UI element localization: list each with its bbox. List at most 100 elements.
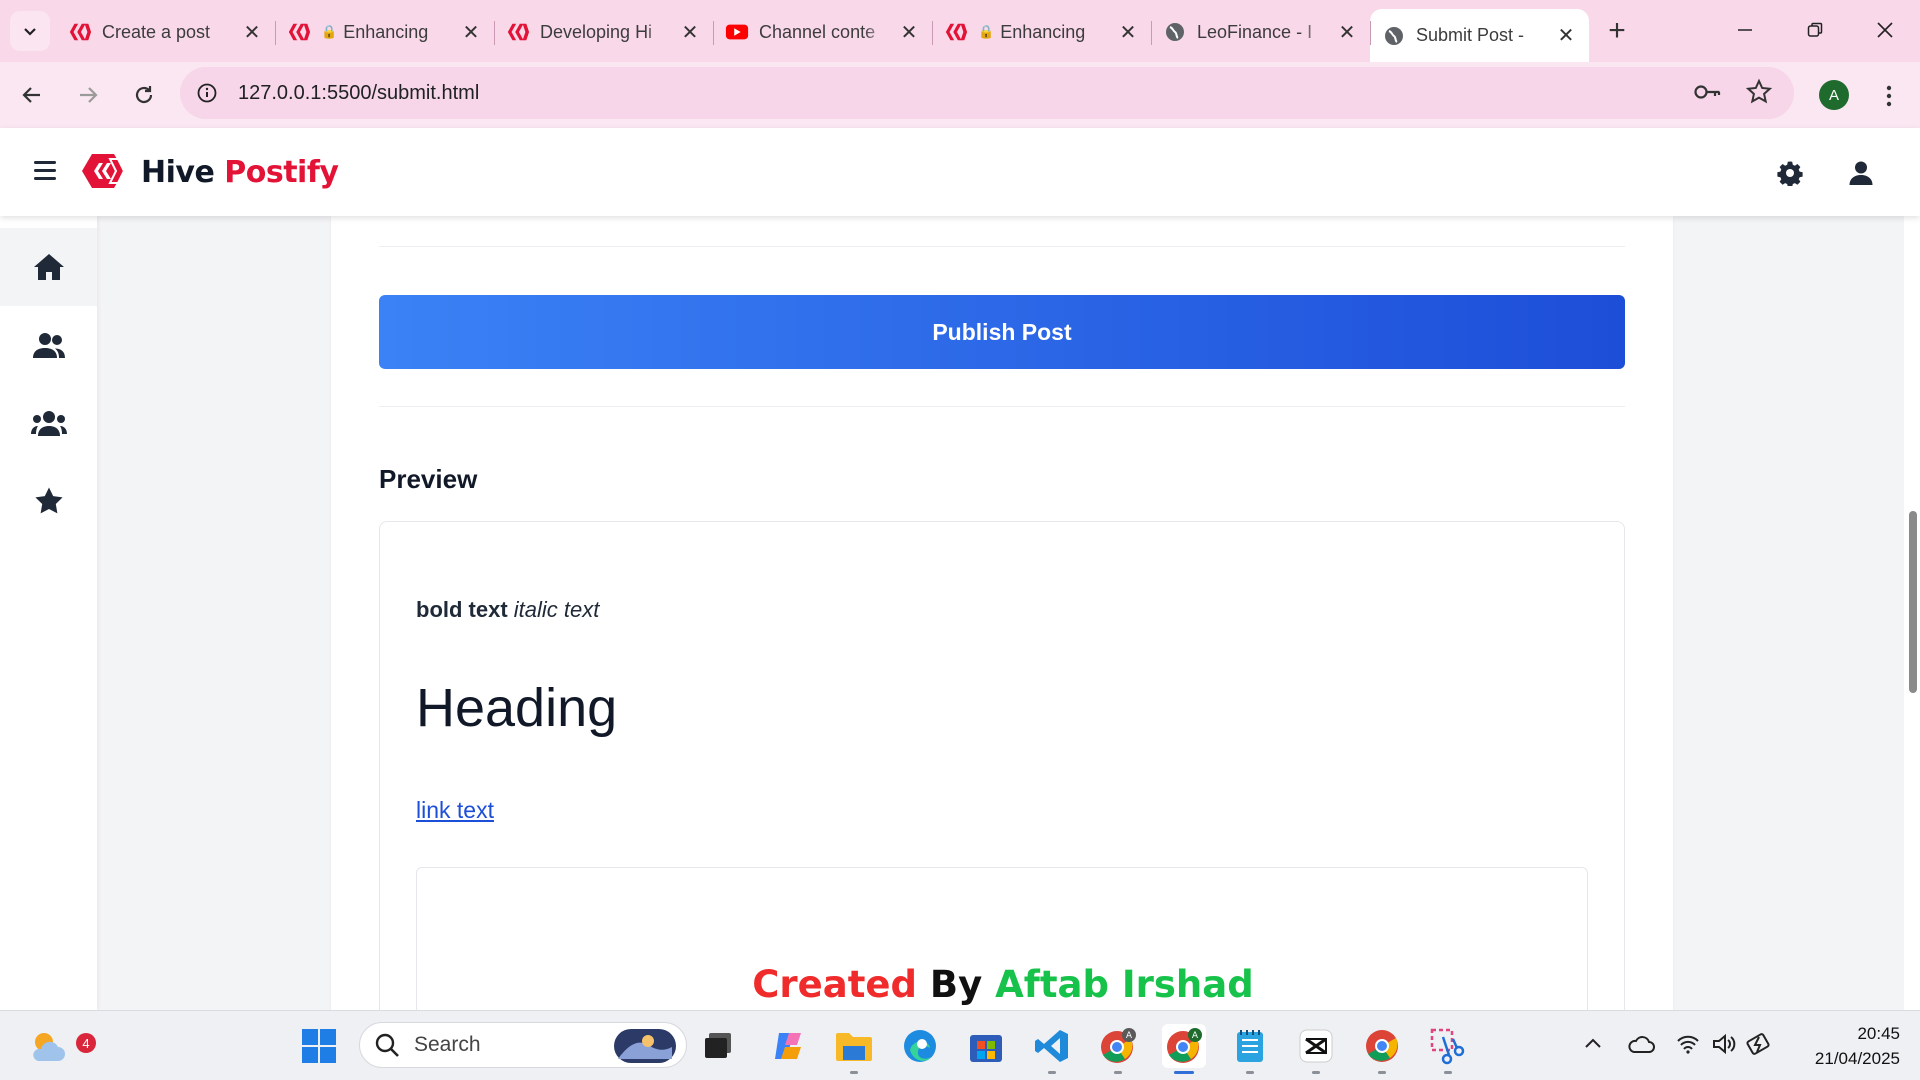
- folder-icon: [836, 1033, 872, 1061]
- search-highlight-icon: [614, 1029, 676, 1063]
- taskbar-search[interactable]: Search: [359, 1022, 687, 1068]
- tab-title: LeoFinance - I: [1197, 21, 1313, 42]
- close-window-button[interactable]: [1850, 0, 1920, 60]
- hive-logo-icon[interactable]: [80, 152, 126, 195]
- browser-tab-active[interactable]: Submit Post - ✕: [1370, 9, 1589, 62]
- preview-bold-text: bold text: [416, 597, 508, 622]
- wifi-icon[interactable]: [1676, 1033, 1700, 1060]
- taskbar-app-chrome[interactable]: [1360, 1024, 1404, 1074]
- taskbar-app-store[interactable]: [964, 1024, 1008, 1068]
- window-controls: [1710, 0, 1920, 60]
- notepad-icon: [1237, 1030, 1263, 1062]
- star-icon: [34, 487, 63, 514]
- restore-icon: [1807, 22, 1823, 37]
- task-view-icon: [705, 1033, 731, 1058]
- search-icon: [375, 1033, 399, 1057]
- watermark-part1: Created: [752, 963, 918, 1006]
- forward-button[interactable]: [66, 73, 110, 117]
- battery-charging-icon[interactable]: [1746, 1031, 1772, 1062]
- back-button[interactable]: [10, 73, 54, 117]
- chevron-down-icon: [24, 28, 36, 36]
- browser-tab[interactable]: 🔒 Enhancing ✕: [932, 9, 1151, 55]
- taskbar-app-notepad[interactable]: [1228, 1024, 1272, 1074]
- address-bar[interactable]: 127.0.0.1:5500/submit.html: [180, 67, 1794, 119]
- browser-tab[interactable]: 🔒 Enhancing ✕: [275, 9, 494, 55]
- profile-avatar[interactable]: A: [1819, 80, 1849, 110]
- taskbar-app-file-explorer[interactable]: [832, 1024, 876, 1074]
- watermark-part3: Aftab Irshad: [995, 963, 1254, 1006]
- close-icon[interactable]: ✕: [1117, 21, 1139, 44]
- chrome-icon: A: [1101, 1028, 1136, 1063]
- publish-post-button[interactable]: Publish Post: [379, 295, 1625, 369]
- system-clock[interactable]: 20:45 21/04/2025: [1790, 1021, 1900, 1071]
- gear-icon[interactable]: [1777, 160, 1803, 191]
- weather-widget[interactable]: 4: [26, 1024, 96, 1068]
- scissors-icon: [1430, 1028, 1465, 1065]
- preview-italic-text: italic text: [513, 597, 600, 622]
- star-bookmark-icon[interactable]: [1744, 77, 1774, 112]
- running-indicator: [1114, 1071, 1122, 1074]
- sidebar-item-groups[interactable]: [0, 384, 97, 462]
- active-indicator: [1174, 1071, 1194, 1074]
- divider: [379, 246, 1625, 247]
- taskbar-app-capcut[interactable]: [1294, 1024, 1338, 1074]
- browser-toolbar: 127.0.0.1:5500/submit.html A: [0, 62, 1920, 128]
- chrome-icon: [1366, 1030, 1398, 1062]
- close-icon[interactable]: ✕: [679, 21, 701, 44]
- chrome-icon: A: [1167, 1028, 1202, 1063]
- taskbar-app-snipping-tool[interactable]: [1426, 1024, 1470, 1074]
- cloud-icon[interactable]: [1627, 1033, 1655, 1060]
- more-menu-icon[interactable]: [1874, 76, 1904, 116]
- windows-taskbar: 4 Search A A 20:45 21/04/2025: [0, 1010, 1920, 1080]
- close-icon[interactable]: ✕: [898, 21, 920, 44]
- sidebar-item-favorites[interactable]: [0, 462, 97, 540]
- scrollbar-thumb[interactable]: [1909, 511, 1917, 693]
- browser-tab[interactable]: Developing Hi ✕: [494, 9, 713, 55]
- reload-button[interactable]: [122, 73, 166, 117]
- close-icon[interactable]: ✕: [460, 21, 482, 44]
- close-icon[interactable]: ✕: [1555, 25, 1577, 47]
- running-indicator: [850, 1071, 858, 1074]
- app-header: Hive Postify: [0, 128, 1920, 216]
- close-icon[interactable]: ✕: [241, 21, 263, 44]
- browser-tab[interactable]: Create a post ✕: [56, 9, 275, 55]
- taskbar-app-chrome-profile[interactable]: A: [1096, 1024, 1140, 1074]
- taskbar-app-edge[interactable]: [898, 1024, 942, 1068]
- preview-link[interactable]: link text: [416, 797, 494, 824]
- running-indicator: [1378, 1071, 1386, 1074]
- page-scrollbar[interactable]: [1904, 216, 1920, 1010]
- capcut-icon: [1299, 1029, 1333, 1063]
- minimize-button[interactable]: [1710, 0, 1780, 60]
- hive-icon: [68, 20, 92, 44]
- sidebar-item-users[interactable]: [0, 306, 97, 384]
- taskbar-app-taskview[interactable]: [697, 1024, 741, 1068]
- key-icon[interactable]: [1692, 77, 1722, 112]
- volume-icon[interactable]: [1712, 1033, 1738, 1060]
- site-info-icon[interactable]: [192, 78, 222, 108]
- brand-name[interactable]: Hive Postify: [141, 155, 339, 190]
- taskbar-app-chrome-active[interactable]: A: [1162, 1024, 1206, 1074]
- browser-tab[interactable]: LeoFinance - I ✕: [1151, 9, 1370, 55]
- tab-search-button[interactable]: [10, 11, 50, 51]
- taskbar-app-vscode[interactable]: [1030, 1024, 1074, 1074]
- user-profile-icon[interactable]: [1848, 160, 1874, 191]
- browser-tab[interactable]: Channel conte ✕: [713, 9, 932, 55]
- globe-icon: [1163, 20, 1187, 44]
- url-text[interactable]: 127.0.0.1:5500/submit.html: [238, 82, 479, 105]
- new-tab-button[interactable]: +: [1595, 9, 1639, 53]
- sidebar-item-home[interactable]: [0, 228, 97, 306]
- divider: [379, 406, 1625, 407]
- brand-part2: Postify: [224, 155, 339, 190]
- taskbar-app-copilot[interactable]: [767, 1024, 811, 1068]
- search-placeholder: Search: [414, 1033, 481, 1056]
- chevron-up-icon[interactable]: [1582, 1033, 1604, 1060]
- hamburger-menu-icon[interactable]: [34, 161, 56, 185]
- tab-list: Create a post ✕ 🔒 Enhancing ✕ Developing…: [56, 0, 1589, 62]
- close-icon[interactable]: ✕: [1336, 21, 1358, 44]
- restore-button[interactable]: [1780, 0, 1850, 60]
- weather-icon: [33, 1033, 65, 1061]
- reload-icon: [135, 86, 153, 104]
- start-button[interactable]: [297, 1024, 341, 1068]
- hive-icon: [506, 20, 530, 44]
- hive-icon: [944, 20, 968, 44]
